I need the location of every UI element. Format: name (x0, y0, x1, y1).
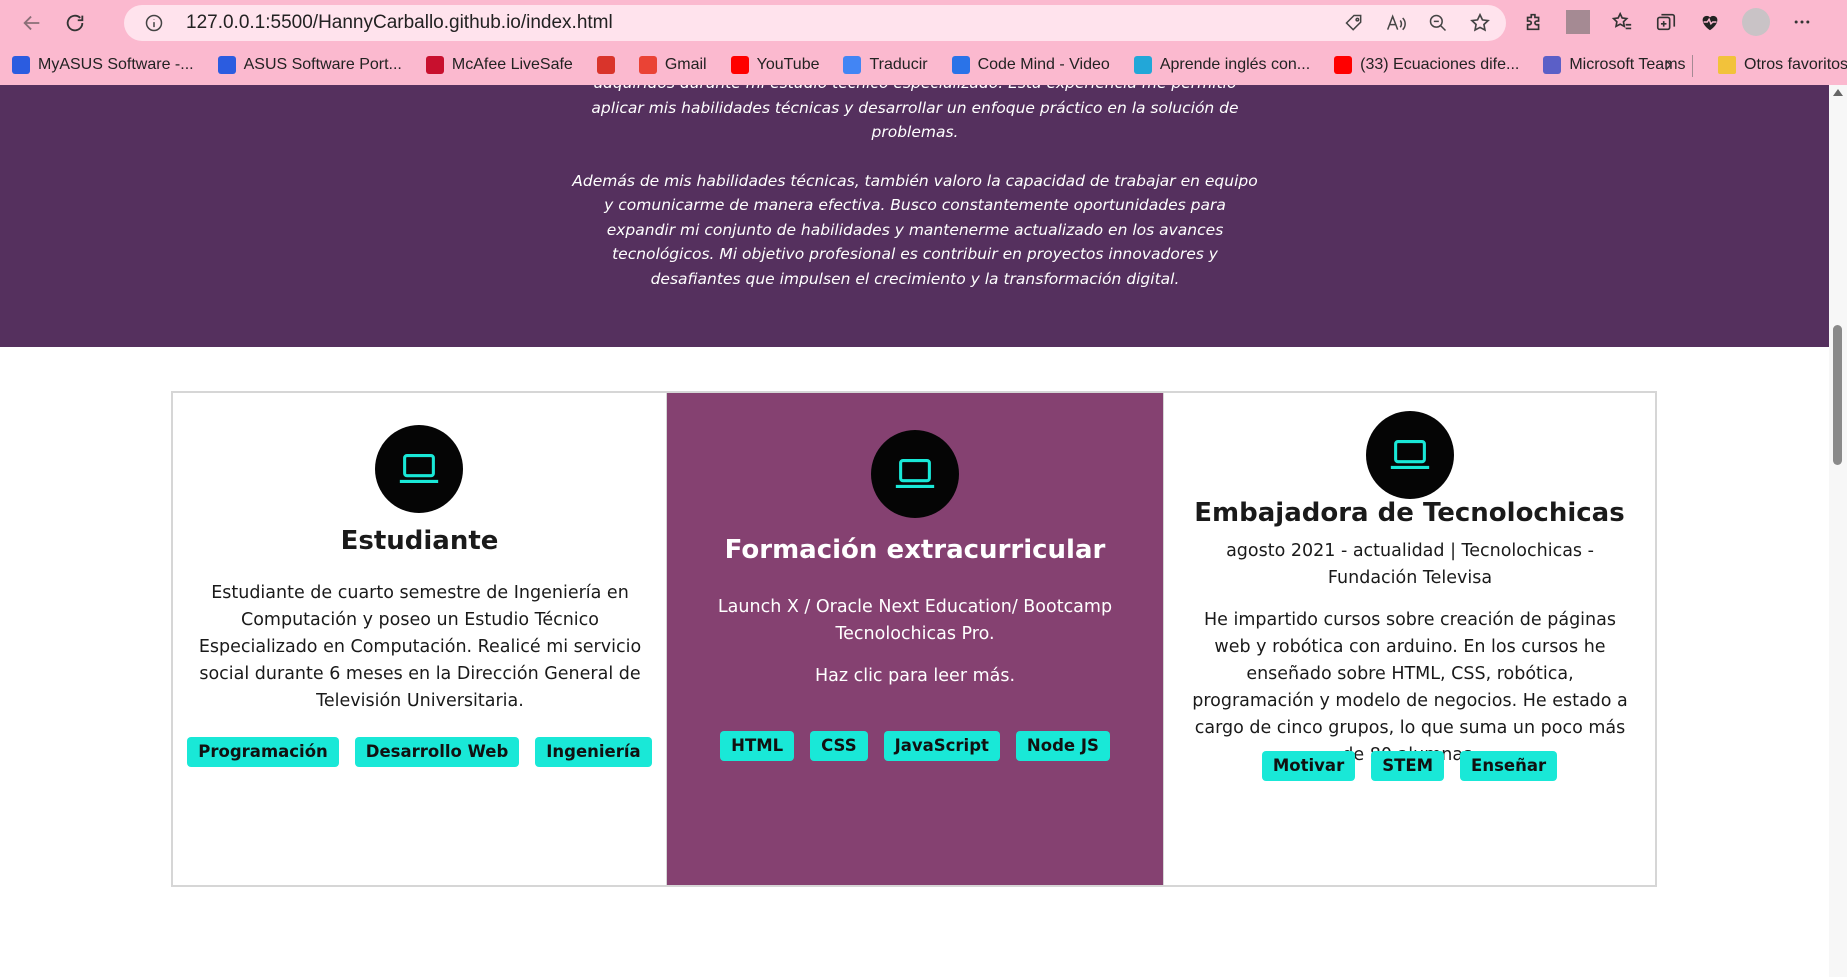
laptop-icon (375, 425, 463, 513)
reload-button[interactable] (58, 6, 92, 40)
bookmarks-overflow-button[interactable] (1660, 50, 1676, 80)
bookmark-favicon-icon (951, 56, 970, 74)
extensions-icon[interactable] (1522, 10, 1546, 34)
tag: Ingeniería (535, 737, 652, 767)
tag: Motivar (1261, 751, 1356, 781)
bookmark-item[interactable]: McAfee LiveSafe (414, 50, 585, 80)
tag-icon[interactable] (1342, 11, 1366, 35)
bookmark-favicon-icon (730, 56, 749, 74)
favorite-add-icon[interactable] (1468, 11, 1492, 35)
card-meta: agosto 2021 - actualidad | Tecnolochicas… (1226, 541, 1594, 588)
bookmark-item[interactable]: MyASUS Software -... (0, 50, 206, 80)
tag: Programación (187, 737, 339, 767)
about-paragraph-2: Además de mis habilidades técnicas, tamb… (572, 171, 1258, 288)
bookmark-label: Traducir (869, 56, 928, 73)
tag-list: HTML CSS JavaScript Node JS (667, 731, 1163, 761)
bookmark-label: Aprende inglés con... (1159, 56, 1311, 73)
experience-cards: Estudiante Estudiante de cuarto semestre… (171, 391, 1657, 887)
tag: Desarrollo Web (354, 737, 520, 767)
health-icon[interactable] (1698, 10, 1722, 34)
read-aloud-icon[interactable] (1384, 11, 1408, 35)
card-title: Estudiante (340, 526, 499, 556)
arrow-left-icon (23, 15, 40, 31)
bookmark-label: YouTube (756, 56, 820, 73)
tag: HTML (720, 731, 795, 761)
bookmark-favicon-icon (843, 56, 862, 74)
about-paragraph-1: adquiridos durante mi estudio técnico es… (591, 85, 1239, 141)
bookmark-item[interactable]: Gmail (627, 50, 719, 80)
card-estudiante[interactable]: Estudiante Estudiante de cuarto semestre… (173, 393, 667, 885)
about-text: adquiridos durante mi estudio técnico es… (572, 85, 1258, 315)
scroll-thumb[interactable] (1833, 325, 1842, 465)
tag-list: Motivar STEM Enseñar (1164, 751, 1655, 781)
bookmark-label: McAfee LiveSafe (451, 56, 573, 73)
bookmark-favicon-icon (1543, 56, 1562, 74)
card-formacion-extracurricular[interactable]: Formación extracurricular Launch X / Ora… (667, 393, 1163, 885)
laptop-icon (871, 430, 959, 518)
card-description: Estudiante de cuarto semestre de Ingenie… (198, 583, 642, 711)
other-favorites-folder[interactable]: Otros favoritos (1706, 50, 1847, 80)
tag-list: Programación Desarrollo Web Ingeniería (173, 737, 666, 767)
collections-icon[interactable] (1654, 10, 1678, 34)
more-options-icon[interactable] (1790, 10, 1814, 34)
bookmark-item[interactable]: Traducir (831, 50, 939, 80)
bookmark-label: Gmail (664, 56, 707, 73)
url-text[interactable]: 127.0.0.1:5500/HannyCarballo.github.io/i… (186, 5, 613, 41)
tag: STEM (1371, 751, 1445, 781)
bookmark-item[interactable]: Code Mind - Video (940, 50, 1122, 80)
bookmark-label: ASUS Software Port... (243, 56, 402, 73)
tag: Node JS (1015, 731, 1110, 761)
bookmark-item[interactable]: ASUS Software Port... (206, 50, 414, 80)
toolbar-divider (1566, 10, 1590, 34)
scroll-up-icon[interactable] (1833, 89, 1843, 96)
about-section: adquiridos durante mi estudio técnico es… (0, 85, 1829, 347)
laptop-icon (1366, 411, 1454, 499)
chevron-right-icon (1665, 59, 1672, 71)
bookmark-item[interactable]: YouTube (719, 50, 832, 80)
folder-icon (1718, 56, 1736, 74)
bookmark-item[interactable]: Aprende inglés con... (1122, 50, 1322, 80)
bookmark-item[interactable]: (33) Ecuaciones dife... (1322, 50, 1531, 80)
bookmark-label: MyASUS Software -... (38, 56, 194, 73)
bookmark-favicon-icon (1133, 56, 1152, 74)
info-icon[interactable] (144, 13, 164, 33)
address-bar[interactable]: 127.0.0.1:5500/HannyCarballo.github.io/i… (124, 5, 1506, 41)
other-favorites-label: Otros favoritos (1744, 56, 1847, 73)
card-description: He impartido cursos sobre creación de pá… (1192, 610, 1628, 765)
bookmark-favicon-icon (596, 56, 615, 74)
bookmarks-bar: MyASUS Software -... ASUS Software Port..… (0, 50, 1847, 80)
favorites-icon[interactable] (1610, 10, 1634, 34)
tag: Enseñar (1460, 751, 1558, 781)
bookmark-item[interactable] (585, 50, 627, 80)
card-description: Launch X / Oracle Next Education/ Bootca… (717, 597, 1113, 644)
page-viewport: adquiridos durante mi estudio técnico es… (0, 85, 1829, 977)
bookmark-favicon-icon (638, 56, 657, 74)
vertical-scrollbar[interactable] (1829, 85, 1847, 977)
card-title: Embajadora de Tecnolochicas (1194, 498, 1625, 528)
browser-chrome: 127.0.0.1:5500/HannyCarballo.github.io/i… (0, 0, 1847, 85)
bookmark-favicon-icon (12, 56, 30, 74)
bookmark-favicon-icon (217, 56, 236, 74)
read-more-link[interactable]: Haz clic para leer más. (667, 663, 1163, 690)
card-title: Formación extracurricular (724, 535, 1106, 565)
bookmark-label: (33) Ecuaciones dife... (1360, 56, 1520, 73)
card-embajadora-tecnolochicas[interactable]: Embajadora de Tecnolochicas agosto 2021 … (1163, 393, 1655, 885)
profile-avatar[interactable] (1742, 8, 1770, 36)
tag: JavaScript (883, 731, 1000, 761)
back-button[interactable] (15, 6, 49, 40)
bookmark-favicon-icon (425, 56, 444, 74)
zoom-icon[interactable] (1426, 11, 1450, 35)
bookmark-label: Code Mind - Video (977, 56, 1110, 73)
bookmarks-divider (1692, 55, 1693, 77)
bookmark-favicon-icon (1334, 56, 1353, 74)
reload-icon (66, 14, 84, 32)
tag: CSS (810, 731, 868, 761)
